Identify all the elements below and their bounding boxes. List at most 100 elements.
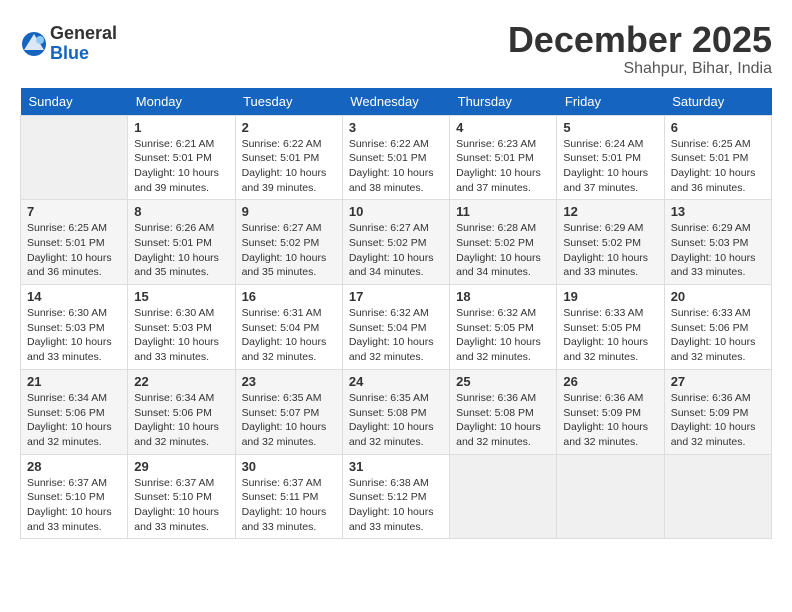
calendar-cell: 10 Sunrise: 6:27 AMSunset: 5:02 PMDayligh… — [342, 200, 449, 285]
day-number: 14 — [27, 289, 121, 304]
calendar-cell: 4 Sunrise: 6:23 AMSunset: 5:01 PMDaylight… — [450, 115, 557, 200]
day-number: 12 — [563, 204, 657, 219]
day-info: Sunrise: 6:21 AMSunset: 5:01 PMDaylight:… — [134, 137, 228, 196]
day-number: 8 — [134, 204, 228, 219]
logo-icon — [20, 30, 48, 58]
day-info: Sunrise: 6:27 AMSunset: 5:02 PMDaylight:… — [242, 221, 336, 280]
day-info: Sunrise: 6:26 AMSunset: 5:01 PMDaylight:… — [134, 221, 228, 280]
day-info: Sunrise: 6:29 AMSunset: 5:02 PMDaylight:… — [563, 221, 657, 280]
day-number: 13 — [671, 204, 765, 219]
month-title: December 2025 — [508, 20, 772, 60]
title-area: December 2025 Shahpur, Bihar, India — [508, 20, 772, 78]
day-number: 6 — [671, 120, 765, 135]
day-info: Sunrise: 6:32 AMSunset: 5:04 PMDaylight:… — [349, 306, 443, 365]
day-info: Sunrise: 6:37 AMSunset: 5:10 PMDaylight:… — [134, 476, 228, 535]
day-number: 26 — [563, 374, 657, 389]
location-title: Shahpur, Bihar, India — [508, 60, 772, 78]
calendar-cell: 13Sunrise: 6:29 AMSunset: 5:03 PMDayligh… — [664, 200, 771, 285]
day-info: Sunrise: 6:25 AMSunset: 5:01 PMDaylight:… — [27, 221, 121, 280]
day-info: Sunrise: 6:23 AMSunset: 5:01 PMDaylight:… — [456, 137, 550, 196]
day-info: Sunrise: 6:27 AMSunset: 5:02 PMDaylight:… — [349, 221, 443, 280]
day-number: 19 — [563, 289, 657, 304]
day-info: Sunrise: 6:35 AMSunset: 5:08 PMDaylight:… — [349, 391, 443, 450]
day-info: Sunrise: 6:24 AMSunset: 5:01 PMDaylight:… — [563, 137, 657, 196]
calendar-cell: 1Sunrise: 6:21 AMSunset: 5:01 PMDaylight… — [128, 115, 235, 200]
logo-general: General Blue — [50, 24, 117, 64]
calendar-cell — [450, 454, 557, 539]
calendar-header: SundayMondayTuesdayWednesdayThursdayFrid… — [21, 88, 772, 116]
calendar-cell: 29Sunrise: 6:37 AMSunset: 5:10 PMDayligh… — [128, 454, 235, 539]
day-info: Sunrise: 6:22 AMSunset: 5:01 PMDaylight:… — [242, 137, 336, 196]
day-info: Sunrise: 6:22 AMSunset: 5:01 PMDaylight:… — [349, 137, 443, 196]
day-number: 4 — [456, 120, 550, 135]
calendar-cell: 26 Sunrise: 6:36 AMSunset: 5:09 PMDayligh… — [557, 369, 664, 454]
calendar-week-1: 1Sunrise: 6:21 AMSunset: 5:01 PMDaylight… — [21, 115, 772, 200]
calendar-cell: 31 Sunrise: 6:38 AMSunset: 5:12 PMDayligh… — [342, 454, 449, 539]
weekday-header-friday: Friday — [557, 88, 664, 116]
day-number: 2 — [242, 120, 336, 135]
day-number: 27 — [671, 374, 765, 389]
day-number: 16 — [242, 289, 336, 304]
calendar-week-2: 7 Sunrise: 6:25 AMSunset: 5:01 PMDaylight… — [21, 200, 772, 285]
day-number: 30 — [242, 459, 336, 474]
calendar-cell: 23 Sunrise: 6:35 AMSunset: 5:07 PMDayligh… — [235, 369, 342, 454]
calendar-cell: 2 Sunrise: 6:22 AMSunset: 5:01 PMDaylight… — [235, 115, 342, 200]
weekday-header-thursday: Thursday — [450, 88, 557, 116]
day-number: 7 — [27, 204, 121, 219]
day-number: 20 — [671, 289, 765, 304]
calendar-cell: 11 Sunrise: 6:28 AMSunset: 5:02 PMDayligh… — [450, 200, 557, 285]
day-number: 10 — [349, 204, 443, 219]
calendar-cell: 5 Sunrise: 6:24 AMSunset: 5:01 PMDaylight… — [557, 115, 664, 200]
calendar-cell — [21, 115, 128, 200]
calendar-cell: 20 Sunrise: 6:33 AMSunset: 5:06 PMDayligh… — [664, 285, 771, 370]
weekday-header-wednesday: Wednesday — [342, 88, 449, 116]
calendar-cell — [664, 454, 771, 539]
day-info: Sunrise: 6:30 AMSunset: 5:03 PMDaylight:… — [134, 306, 228, 365]
day-info: Sunrise: 6:33 AMSunset: 5:05 PMDaylight:… — [563, 306, 657, 365]
day-number: 5 — [563, 120, 657, 135]
day-info: Sunrise: 6:32 AMSunset: 5:05 PMDaylight:… — [456, 306, 550, 365]
calendar-cell — [557, 454, 664, 539]
day-number: 31 — [349, 459, 443, 474]
day-info: Sunrise: 6:36 AMSunset: 5:08 PMDaylight:… — [456, 391, 550, 450]
day-number: 9 — [242, 204, 336, 219]
calendar-cell: 6 Sunrise: 6:25 AMSunset: 5:01 PMDaylight… — [664, 115, 771, 200]
calendar-cell: 27 Sunrise: 6:36 AMSunset: 5:09 PMDayligh… — [664, 369, 771, 454]
calendar-cell: 8 Sunrise: 6:26 AMSunset: 5:01 PMDaylight… — [128, 200, 235, 285]
day-number: 18 — [456, 289, 550, 304]
calendar-week-5: 28Sunrise: 6:37 AMSunset: 5:10 PMDayligh… — [21, 454, 772, 539]
day-number: 21 — [27, 374, 121, 389]
calendar-cell: 30Sunrise: 6:37 AMSunset: 5:11 PMDayligh… — [235, 454, 342, 539]
day-number: 23 — [242, 374, 336, 389]
weekday-header-tuesday: Tuesday — [235, 88, 342, 116]
calendar-body: 1Sunrise: 6:21 AMSunset: 5:01 PMDaylight… — [21, 115, 772, 539]
calendar-week-3: 14 Sunrise: 6:30 AMSunset: 5:03 PMDayligh… — [21, 285, 772, 370]
day-info: Sunrise: 6:35 AMSunset: 5:07 PMDaylight:… — [242, 391, 336, 450]
weekday-header-saturday: Saturday — [664, 88, 771, 116]
calendar-cell: 21 Sunrise: 6:34 AMSunset: 5:06 PMDayligh… — [21, 369, 128, 454]
day-info: Sunrise: 6:30 AMSunset: 5:03 PMDaylight:… — [27, 306, 121, 365]
day-info: Sunrise: 6:25 AMSunset: 5:01 PMDaylight:… — [671, 137, 765, 196]
day-info: Sunrise: 6:34 AMSunset: 5:06 PMDaylight:… — [134, 391, 228, 450]
calendar-cell: 24Sunrise: 6:35 AMSunset: 5:08 PMDayligh… — [342, 369, 449, 454]
day-info: Sunrise: 6:34 AMSunset: 5:06 PMDaylight:… — [27, 391, 121, 450]
day-info: Sunrise: 6:28 AMSunset: 5:02 PMDaylight:… — [456, 221, 550, 280]
calendar-cell: 22Sunrise: 6:34 AMSunset: 5:06 PMDayligh… — [128, 369, 235, 454]
day-info: Sunrise: 6:36 AMSunset: 5:09 PMDaylight:… — [671, 391, 765, 450]
weekday-header-sunday: Sunday — [21, 88, 128, 116]
day-number: 25 — [456, 374, 550, 389]
day-info: Sunrise: 6:38 AMSunset: 5:12 PMDaylight:… — [349, 476, 443, 535]
day-info: Sunrise: 6:36 AMSunset: 5:09 PMDaylight:… — [563, 391, 657, 450]
day-info: Sunrise: 6:31 AMSunset: 5:04 PMDaylight:… — [242, 306, 336, 365]
day-number: 11 — [456, 204, 550, 219]
calendar-cell: 9 Sunrise: 6:27 AMSunset: 5:02 PMDaylight… — [235, 200, 342, 285]
day-number: 17 — [349, 289, 443, 304]
calendar-cell: 28Sunrise: 6:37 AMSunset: 5:10 PMDayligh… — [21, 454, 128, 539]
calendar-cell: 25 Sunrise: 6:36 AMSunset: 5:08 PMDayligh… — [450, 369, 557, 454]
calendar-cell: 12 Sunrise: 6:29 AMSunset: 5:02 PMDayligh… — [557, 200, 664, 285]
calendar-table: SundayMondayTuesdayWednesdayThursdayFrid… — [20, 88, 772, 540]
day-info: Sunrise: 6:33 AMSunset: 5:06 PMDaylight:… — [671, 306, 765, 365]
day-number: 3 — [349, 120, 443, 135]
calendar-cell: 15Sunrise: 6:30 AMSunset: 5:03 PMDayligh… — [128, 285, 235, 370]
calendar-cell: 19 Sunrise: 6:33 AMSunset: 5:05 PMDayligh… — [557, 285, 664, 370]
